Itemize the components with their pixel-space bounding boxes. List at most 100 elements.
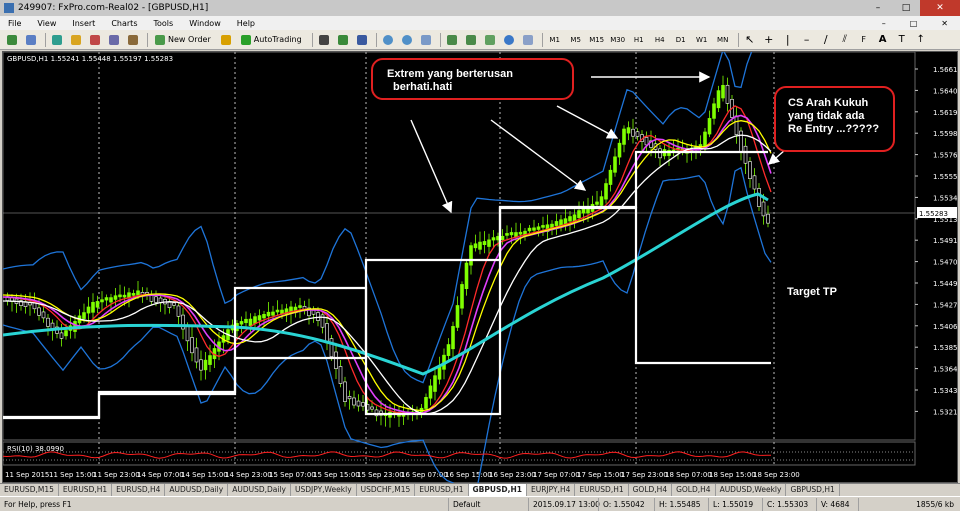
menu-help[interactable]: Help xyxy=(229,19,263,28)
candle-body xyxy=(136,290,140,296)
tile-windows-icon[interactable] xyxy=(418,32,434,48)
trendline-icon[interactable]: ∕ xyxy=(818,32,834,48)
line-chart-icon[interactable] xyxy=(354,32,370,48)
timeframe-m1[interactable]: M1 xyxy=(546,32,564,48)
chart-tab[interactable]: USDJPY,Weekly xyxy=(291,484,357,496)
horizontal-line-icon[interactable]: – xyxy=(799,32,815,48)
time-label: 16 Sep 23:00 xyxy=(489,471,536,479)
minimize-button[interactable]: – xyxy=(864,0,892,16)
timeframe-h4[interactable]: H4 xyxy=(651,32,669,48)
bollinger-upper-band xyxy=(3,52,753,384)
menu-insert[interactable]: Insert xyxy=(64,19,103,28)
chart-tab[interactable]: EURUSD,H1 xyxy=(575,484,629,496)
profiles-icon[interactable] xyxy=(23,32,39,48)
candle-body xyxy=(577,210,581,219)
timeframe-m15[interactable]: M15 xyxy=(588,32,606,48)
chart-tab[interactable]: AUDUSD,Daily xyxy=(165,484,229,496)
menu-file[interactable]: File xyxy=(0,19,29,28)
price-label: 1.5364 xyxy=(933,366,958,374)
zoom-out-icon[interactable] xyxy=(399,32,415,48)
text-label-icon[interactable]: A xyxy=(875,32,891,48)
time-label: 17 Sep 07:00 xyxy=(533,471,580,479)
data-window-icon[interactable] xyxy=(68,32,84,48)
chart-header: GBPUSD,H1 1.55241 1.55448 1.55197 1.5528… xyxy=(7,55,173,63)
annotation-cs-direction[interactable]: CS Arah Kukuh yang tidak ada Re Entry ..… xyxy=(774,86,895,152)
annotation-extreme-warning[interactable]: Extrem yang berterusan berhati.hati xyxy=(371,58,574,100)
chart-tab[interactable]: USDCHF,M15 xyxy=(357,484,416,496)
new-chart-icon[interactable] xyxy=(4,32,20,48)
text-tool-icon[interactable]: T xyxy=(894,32,910,48)
chart-tab[interactable]: GOLD,H4 xyxy=(629,484,673,496)
indicators-icon[interactable] xyxy=(482,32,498,48)
price-chart[interactable]: 1.5661 1.5640 1.5619 1.5598 1.5576 1.5555 1.55… xyxy=(2,51,958,484)
arrows-icon[interactable]: ↑ xyxy=(913,32,929,48)
chart-tab[interactable]: AUDUSD,Daily xyxy=(228,484,291,496)
candle-body xyxy=(613,156,617,173)
maximize-button[interactable]: □ xyxy=(892,0,920,16)
chart-tab[interactable]: EURUSD,H4 xyxy=(112,484,166,496)
doc-close-button[interactable]: ✕ xyxy=(933,19,956,28)
chart-tab[interactable]: EURUSD,H1 xyxy=(59,484,113,496)
menu-window[interactable]: Window xyxy=(181,19,229,28)
timeframe-d1[interactable]: D1 xyxy=(672,32,690,48)
market-watch-icon[interactable] xyxy=(49,32,65,48)
strategy-tester-icon[interactable] xyxy=(125,32,141,48)
candle-body xyxy=(41,311,46,319)
timeframe-m30[interactable]: M30 xyxy=(609,32,627,48)
periods-icon[interactable] xyxy=(501,32,517,48)
templates-icon[interactable] xyxy=(520,32,536,48)
timeframe-mn[interactable]: MN xyxy=(714,32,732,48)
time-label: 15 Sep 15:00 xyxy=(313,471,360,479)
equidistant-channel-icon[interactable]: ⫽ xyxy=(837,32,853,48)
time-label: 14 Sep 15:00 xyxy=(181,471,228,479)
candlestick-icon[interactable] xyxy=(335,32,351,48)
terminal-icon[interactable] xyxy=(106,32,122,48)
candle-body xyxy=(248,318,253,326)
timeframe-m5[interactable]: M5 xyxy=(567,32,585,48)
doc-minimize-button[interactable]: – xyxy=(874,19,894,28)
timeframe-h1[interactable]: H1 xyxy=(630,32,648,48)
close-button[interactable]: ✕ xyxy=(920,0,960,16)
menu-tools[interactable]: Tools xyxy=(145,19,181,28)
chart-tab[interactable]: EURUSD,M15 xyxy=(0,484,59,496)
menu-view[interactable]: View xyxy=(29,19,64,28)
bar-chart-icon[interactable] xyxy=(316,32,332,48)
target-tp-label[interactable]: Target TP xyxy=(787,286,837,298)
menu-charts[interactable]: Charts xyxy=(103,19,145,28)
candle-body xyxy=(748,161,752,180)
chart-tab[interactable]: AUDUSD,Weekly xyxy=(716,484,787,496)
candle-body xyxy=(509,232,514,236)
zoom-in-icon[interactable] xyxy=(380,32,396,48)
chart-tab[interactable]: GOLD,H4 xyxy=(672,484,716,496)
ma-magenta-line xyxy=(3,114,772,414)
candle-body xyxy=(599,196,604,206)
metaeditor-icon[interactable] xyxy=(218,32,234,48)
chart-tab[interactable]: EURJPY,H4 xyxy=(527,484,576,496)
chart-tab[interactable]: GBPUSD,H1 xyxy=(468,484,527,496)
new-order-button[interactable]: New Order xyxy=(151,32,215,48)
cursor-icon[interactable]: ↖ xyxy=(742,32,758,48)
crosshair-icon[interactable]: + xyxy=(761,32,777,48)
fibonacci-icon[interactable]: F xyxy=(856,32,872,48)
candle-body xyxy=(37,307,41,316)
timeframe-w1[interactable]: W1 xyxy=(693,32,711,48)
candle-body xyxy=(608,169,613,185)
candle-body xyxy=(635,131,640,137)
annotation-cs-line-2: yang tidak ada xyxy=(788,110,865,122)
candle-body xyxy=(199,359,203,371)
chart-shift-icon[interactable] xyxy=(444,32,460,48)
chart-tab[interactable]: GBPUSD,H1 xyxy=(786,484,840,496)
chart-tab[interactable]: EURUSD,H1 xyxy=(415,484,469,496)
navigator-icon[interactable] xyxy=(87,32,103,48)
candle-body xyxy=(536,226,541,230)
price-label: 1.5321 xyxy=(933,408,958,416)
price-label: 1.5491 xyxy=(933,237,958,245)
autotrading-button[interactable]: AutoTrading xyxy=(237,32,306,48)
candle-body xyxy=(122,294,127,298)
doc-restore-button[interactable]: □ xyxy=(902,19,926,28)
chart-tabs: EURUSD,M15 EURUSD,H1 EURUSD,H4 AUDUSD,Daily… xyxy=(0,483,960,496)
status-close: C: 1.55303 xyxy=(762,497,816,511)
arrow-to-reversal xyxy=(767,149,786,165)
autoscroll-icon[interactable] xyxy=(463,32,479,48)
vertical-line-icon[interactable]: | xyxy=(780,32,796,48)
